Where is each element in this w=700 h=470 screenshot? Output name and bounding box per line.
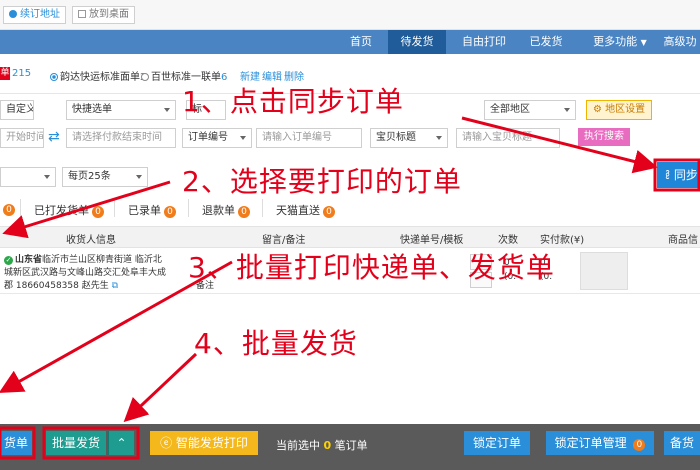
caret-down-icon: [136, 175, 142, 179]
caret-down-icon: [564, 108, 570, 112]
sync-icon: ꔧ: [665, 168, 671, 182]
filter-dropdown[interactable]: [0, 167, 56, 187]
selected-orders-status: 当前选中 0 笔订单: [276, 439, 368, 452]
status-tab-all[interactable]: 0: [0, 202, 15, 216]
pay-end-time-input[interactable]: 请选择付款结束时间: [66, 128, 176, 148]
item-title-input[interactable]: 请输入宝贝标题: [456, 128, 560, 148]
status-tab-tmall-direct[interactable]: 天猫直送 0: [276, 202, 335, 218]
lock-order-manage-button[interactable]: 锁定订单管理 0: [546, 431, 654, 455]
desktop-icon: [78, 10, 86, 18]
order-field-dropdown[interactable]: 订单编号: [182, 128, 252, 148]
smart-ship-print-button[interactable]: ⓔ 智能发货打印: [150, 431, 258, 455]
add-to-desktop-button[interactable]: 放到桌面: [72, 6, 135, 24]
nav-shipped[interactable]: 已发货: [520, 30, 572, 54]
radio-icon: [50, 73, 58, 81]
nav-more-features[interactable]: 更多功能 ▼: [588, 30, 652, 54]
template-yunda[interactable]: 韵达快运标准面单2: [50, 68, 146, 83]
template-first-count: 215: [12, 68, 32, 79]
divider: [20, 199, 21, 217]
caret-down-icon: [44, 175, 50, 179]
lock-order-button[interactable]: 锁定订单: [464, 431, 530, 455]
start-time-input[interactable]: 开始时间: [0, 128, 44, 148]
divider: [262, 199, 263, 217]
region-dropdown[interactable]: 全部地区: [484, 100, 576, 120]
caret-down-icon: [240, 136, 246, 140]
copy-icon[interactable]: ⧉: [112, 281, 118, 291]
annotation-step1: 1、点击同步订单: [182, 85, 404, 118]
col-product-info: 商品信: [668, 235, 698, 246]
radio-icon: [141, 73, 149, 81]
col-message-remark: 留言/备注: [262, 235, 306, 246]
annotation-step3: 3、批量打印快递单、发货单: [188, 251, 555, 284]
annotation-step4: 4、批量发货: [194, 327, 358, 360]
caret-down-icon: [436, 136, 442, 140]
divider: [114, 199, 115, 217]
batch-ship-button[interactable]: 批量发货: [46, 431, 106, 455]
divider: [188, 199, 189, 217]
consignee-line3: 郡 18660458358 赵先生 ⧉: [4, 281, 119, 291]
gear-icon: ⚙: [593, 104, 602, 115]
quick-select-dropdown[interactable]: 快捷选单: [66, 100, 176, 120]
nav-free-print[interactable]: 自由打印: [454, 30, 514, 54]
status-tab-refund[interactable]: 退款单 0: [202, 202, 250, 218]
smart-print-icon: ⓔ: [160, 436, 173, 450]
template-tag[interactable]: 单: [0, 67, 10, 80]
nav-pending-ship[interactable]: 待发货: [388, 30, 446, 54]
order-number-input[interactable]: 请输入订单编号: [256, 128, 362, 148]
region-settings-button[interactable]: ⚙ 地区设置: [586, 100, 653, 120]
col-paid-amount: 实付款(¥): [540, 235, 585, 246]
product-thumbnail[interactable]: [580, 252, 628, 290]
per-page-dropdown[interactable]: 每页25条: [62, 167, 148, 187]
stock-prep-button[interactable]: 备货: [664, 431, 700, 455]
status-tab-printed-ship[interactable]: 已打发货单 0: [34, 202, 104, 218]
consignee-line1: ✓ 山东省临沂市兰山区柳青街道 临沂北: [4, 255, 162, 265]
consignee-line2: 城新区武汉路与文峰山路交汇处阜丰大成: [4, 268, 167, 278]
print-ship-list-button[interactable]: 货单: [0, 431, 32, 455]
sync-orders-button[interactable]: ꔧ 同步: [657, 162, 700, 188]
batch-ship-expand-button[interactable]: ⌃: [108, 431, 134, 455]
chevron-up-icon: ⌃: [116, 436, 127, 450]
item-title-dropdown[interactable]: 宝贝标题: [370, 128, 448, 148]
renew-icon: [9, 10, 17, 18]
swap-arrows-icon: ⇄: [48, 129, 60, 145]
chevron-down-icon: ▼: [640, 38, 647, 47]
search-button[interactable]: 执行搜索: [578, 128, 630, 146]
col-consignee: 收货人信息: [66, 235, 116, 246]
col-print-count: 次数: [498, 235, 518, 246]
nav-advanced[interactable]: 高级功: [660, 30, 700, 54]
status-tab-recorded[interactable]: 已录单 0: [128, 202, 176, 218]
nav-home[interactable]: 首页: [338, 30, 384, 54]
annotation-step2: 2、选择要打印的订单: [182, 165, 462, 198]
col-tracking-template: 快递单号/模板: [400, 235, 464, 246]
checked-icon: ✓: [4, 256, 13, 265]
renew-address-button[interactable]: 续订地址: [3, 6, 66, 24]
custom-filter-button[interactable]: 自定义: [0, 100, 34, 120]
caret-down-icon: [164, 108, 170, 112]
